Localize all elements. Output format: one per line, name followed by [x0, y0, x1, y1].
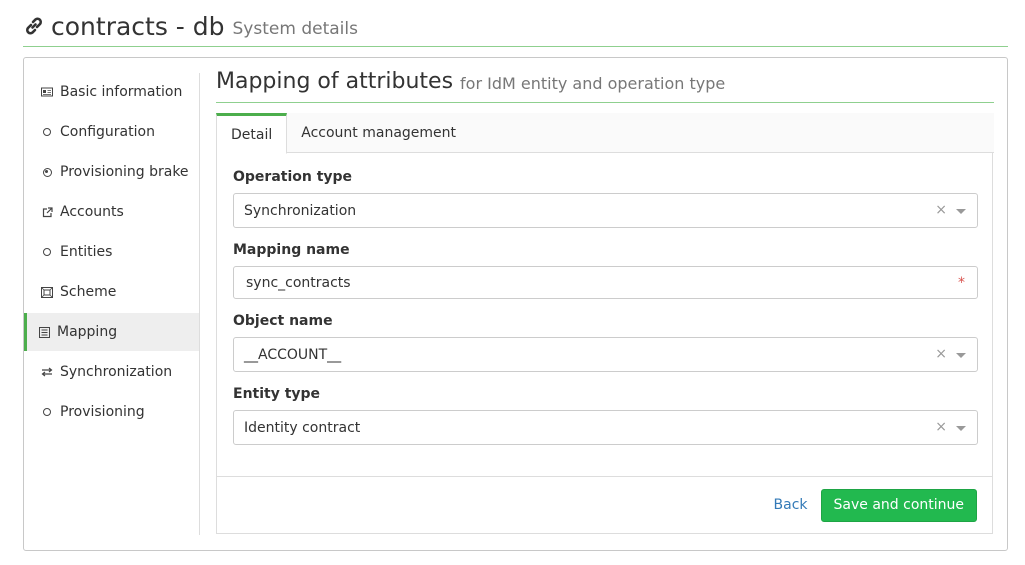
circle-icon — [40, 125, 54, 139]
operation-type-group: Operation type Synchronization × — [233, 169, 978, 228]
list-icon — [37, 325, 51, 339]
sidebar-item-provisioning-brake[interactable]: Provisioning brake — [24, 153, 199, 191]
page-subtitle: System details — [232, 19, 358, 39]
chevron-down-icon[interactable] — [956, 209, 966, 214]
tab-detail[interactable]: Detail — [216, 113, 288, 154]
sidebar-item-label: Provisioning — [60, 404, 145, 420]
entity-type-group: Entity type Identity contract × — [233, 386, 978, 445]
tab-bar: Detail Account management — [216, 113, 994, 154]
circle-icon — [40, 245, 54, 259]
sidebar-item-entities[interactable]: Entities — [24, 233, 199, 271]
back-button[interactable]: Back — [774, 497, 808, 513]
sidebar: Basic information Configuration Provisio… — [24, 73, 200, 535]
circle-icon — [40, 405, 54, 419]
entity-type-select[interactable]: Identity contract × — [233, 410, 978, 445]
object-name-select[interactable]: __ACCOUNT__ × — [233, 337, 978, 372]
mapping-name-label: Mapping name — [233, 242, 350, 258]
page-header: contracts - db System details — [23, 6, 1008, 47]
sidebar-item-label: Basic information — [60, 84, 183, 100]
clear-icon[interactable]: × — [935, 346, 947, 362]
sidebar-item-configuration[interactable]: Configuration — [24, 113, 199, 151]
sidebar-item-mapping[interactable]: Mapping — [24, 313, 199, 351]
sidebar-item-label: Scheme — [60, 284, 117, 300]
content-header: Mapping of attributes for IdM entity and… — [216, 58, 994, 103]
save-and-continue-button[interactable]: Save and continue — [820, 488, 977, 522]
required-icon: * — [958, 275, 965, 291]
system-detail-panel: Basic information Configuration Provisio… — [23, 57, 1008, 551]
sidebar-item-label: Configuration — [60, 124, 155, 140]
object-name-group: Object name __ACCOUNT__ × — [233, 313, 978, 372]
mapping-name-value: sync_contracts — [246, 274, 351, 291]
card-icon — [40, 85, 54, 99]
link-icon — [23, 15, 45, 37]
chevron-down-icon[interactable] — [956, 353, 966, 358]
form-footer: Back Save and continue — [217, 476, 992, 533]
sidebar-item-label: Mapping — [57, 324, 118, 340]
dot-circle-icon — [40, 165, 54, 179]
external-link-icon — [40, 205, 54, 219]
content-subtitle: for IdM entity and operation type — [460, 74, 726, 93]
sidebar-item-label: Entities — [60, 244, 113, 260]
clear-icon[interactable]: × — [935, 419, 947, 435]
sidebar-item-synchronization[interactable]: Synchronization — [24, 353, 199, 391]
sidebar-item-label: Provisioning brake — [60, 164, 189, 180]
page-title: contracts - db — [51, 11, 225, 41]
mapping-content: Mapping of attributes for IdM entity and… — [216, 58, 994, 534]
entity-type-label: Entity type — [233, 386, 321, 402]
sidebar-item-label: Accounts — [60, 204, 124, 220]
mapping-form: Operation type Synchronization × Mapping… — [216, 153, 993, 534]
scheme-icon — [40, 285, 54, 299]
tab-account-management[interactable]: Account management — [287, 113, 470, 153]
operation-type-select[interactable]: Synchronization × — [233, 193, 978, 228]
content-title: Mapping of attributes — [216, 69, 454, 94]
clear-icon[interactable]: × — [935, 202, 947, 218]
chevron-down-icon[interactable] — [956, 426, 966, 431]
mapping-name-input[interactable]: sync_contracts * — [233, 266, 978, 299]
sidebar-item-basic-information[interactable]: Basic information — [24, 73, 199, 111]
entity-type-value: Identity contract — [244, 419, 361, 436]
sidebar-item-label: Synchronization — [60, 364, 173, 380]
exchange-icon — [40, 365, 54, 379]
mapping-name-group: Mapping name sync_contracts * — [233, 242, 978, 299]
operation-type-value: Synchronization — [244, 202, 357, 219]
sidebar-item-provisioning[interactable]: Provisioning — [24, 393, 199, 431]
sidebar-item-scheme[interactable]: Scheme — [24, 273, 199, 311]
object-name-value: __ACCOUNT__ — [244, 346, 342, 363]
operation-type-label: Operation type — [233, 169, 353, 185]
sidebar-item-accounts[interactable]: Accounts — [24, 193, 199, 231]
object-name-label: Object name — [233, 313, 333, 329]
